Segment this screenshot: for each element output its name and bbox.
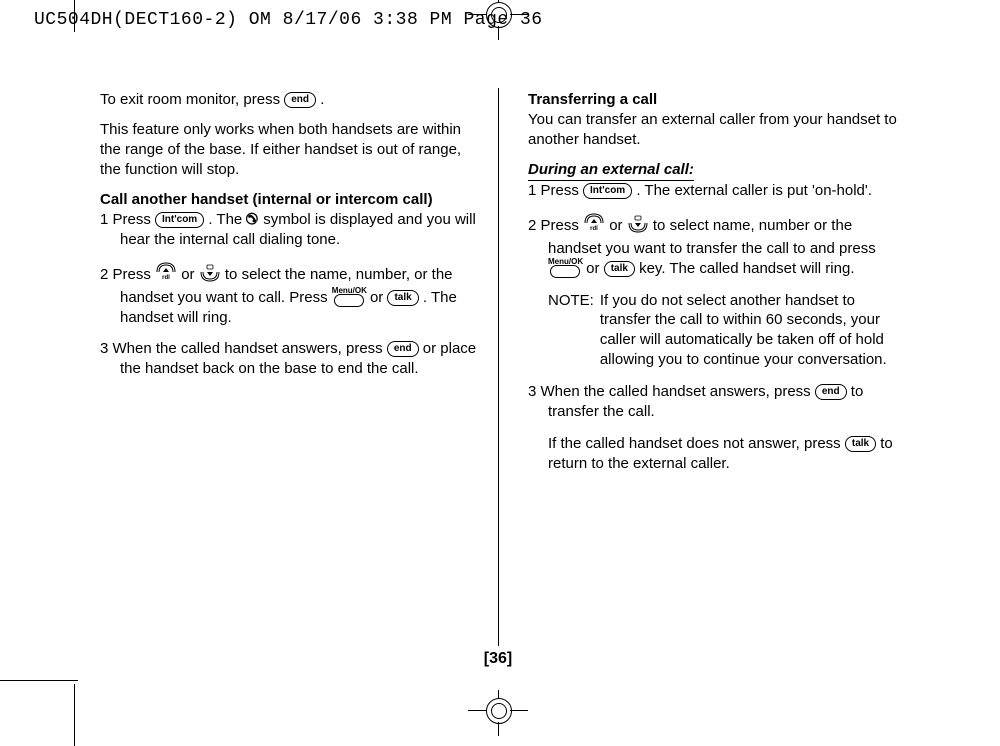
menu-ok-button-icon: Menu/OK bbox=[332, 289, 366, 307]
step-2: 2 Press rdl or to select the nam bbox=[100, 262, 480, 328]
end-button-icon: end bbox=[284, 92, 316, 108]
text: or bbox=[370, 289, 388, 306]
step-3: 3 When the called handset answers, press… bbox=[100, 339, 480, 379]
file-header: UC504DH(DECT160-2) OM 8/17/06 3:38 PM Pa… bbox=[34, 10, 543, 30]
file-header-text: UC504DH(DECT160-2) OM 8/17/06 3:38 PM Pa… bbox=[34, 10, 543, 30]
talk-button-icon: talk bbox=[845, 436, 876, 452]
text: To exit room monitor, press bbox=[100, 91, 284, 108]
text: 1 Press bbox=[528, 182, 583, 199]
column-divider bbox=[498, 88, 499, 646]
step-3: 3 When the called handset answers, press… bbox=[528, 382, 908, 422]
text: or bbox=[586, 260, 604, 277]
no-answer-line: If the called handset does not answer, p… bbox=[548, 434, 908, 474]
note-body: If you do not select another handset to … bbox=[600, 291, 908, 371]
crop-mark-top bbox=[74, 0, 75, 32]
text: 2 Press bbox=[528, 217, 583, 234]
registration-mark-top bbox=[468, 0, 528, 34]
end-button-icon: end bbox=[387, 341, 419, 357]
text: or bbox=[609, 217, 627, 234]
crop-mark-left-v bbox=[74, 684, 75, 746]
transfer-steps: 1 Press Int'com . The external caller is… bbox=[528, 181, 908, 279]
left-column: To exit room monitor, press end . This f… bbox=[100, 90, 480, 391]
intcom-button-icon: Int'com bbox=[155, 212, 204, 228]
call-another-heading: Call another handset (internal or interc… bbox=[100, 190, 480, 210]
text: . The bbox=[208, 211, 246, 228]
during-call-heading: During an external call: bbox=[528, 160, 694, 181]
transfer-steps-cont: 3 When the called handset answers, press… bbox=[528, 382, 908, 422]
text: If the called handset does not answer, p… bbox=[548, 435, 845, 452]
svg-text:rdl: rdl bbox=[590, 226, 598, 232]
nav-down-icon bbox=[627, 213, 649, 239]
transfer-intro: You can transfer an external caller from… bbox=[528, 110, 908, 150]
page-number: [36] bbox=[484, 650, 512, 668]
note-label: NOTE: bbox=[548, 291, 600, 371]
text: . The external caller is put 'on-hold'. bbox=[636, 182, 872, 199]
step-1: 1 Press Int'com . The ✆ symbol is displa… bbox=[100, 210, 480, 250]
text: 1 Press bbox=[100, 211, 155, 228]
step-2: 2 Press rdl or to select name, n bbox=[528, 213, 908, 279]
exit-room-monitor-line: To exit room monitor, press end . bbox=[100, 90, 480, 110]
svg-text:rdl: rdl bbox=[162, 275, 170, 281]
nav-up-icon: rdl bbox=[155, 262, 177, 288]
intcom-button-icon: Int'com bbox=[583, 183, 632, 199]
end-button-icon: end bbox=[815, 384, 847, 400]
text: 3 When the called handset answers, press bbox=[528, 383, 815, 400]
text: key. The called handset will ring. bbox=[639, 260, 854, 277]
note-block: NOTE: If you do not select another hands… bbox=[548, 291, 908, 371]
right-column: Transferring a call You can transfer an … bbox=[528, 90, 908, 484]
nav-down-icon bbox=[199, 262, 221, 288]
range-note: This feature only works when both handse… bbox=[100, 120, 480, 180]
talk-button-icon: talk bbox=[387, 290, 418, 306]
text: or bbox=[181, 266, 199, 283]
handset-icon: ✆ bbox=[243, 208, 262, 231]
text: 2 Press bbox=[100, 266, 155, 283]
registration-mark-bottom bbox=[468, 690, 528, 730]
text: . bbox=[320, 91, 324, 108]
menu-ok-button-icon: Menu/OK bbox=[548, 260, 582, 278]
step-1: 1 Press Int'com . The external caller is… bbox=[528, 181, 908, 201]
transfer-heading: Transferring a call bbox=[528, 90, 908, 110]
text: 3 When the called handset answers, press bbox=[100, 340, 387, 357]
call-another-steps: 1 Press Int'com . The ✆ symbol is displa… bbox=[100, 210, 480, 380]
talk-button-icon: talk bbox=[604, 261, 635, 277]
nav-up-icon: rdl bbox=[583, 213, 605, 239]
crop-mark-left-h bbox=[0, 680, 78, 681]
